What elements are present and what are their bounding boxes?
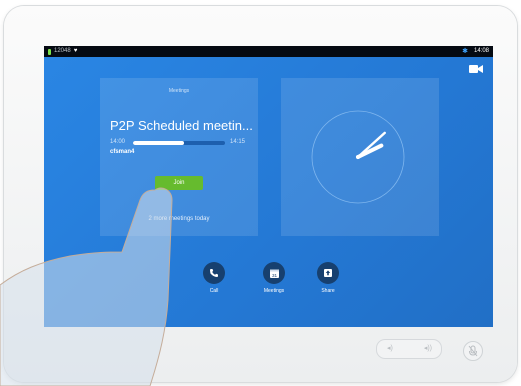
meeting-organizer: cfsman4 <box>110 149 135 155</box>
share-icon <box>324 269 332 277</box>
meetings-card-title: Meetings <box>168 88 190 94</box>
volume-rocker[interactable]: ◂) ◂)) <box>376 339 442 359</box>
heart-icon: ♥ <box>73 48 78 54</box>
meeting-start-time: 14:00 <box>110 139 126 145</box>
meeting-name: P2P Scheduled meetin... <box>110 118 253 133</box>
mute-button[interactable] <box>463 341 483 361</box>
meetings-button[interactable]: 31 Meetings <box>254 262 294 294</box>
join-button[interactable]: Join <box>155 176 203 190</box>
calendar-icon: 31 <box>269 269 279 278</box>
extension-number: 12048 <box>54 48 71 54</box>
phone-icon <box>210 269 218 277</box>
more-meetings-link[interactable]: 2 more meetings today <box>100 216 258 222</box>
meetings-label: Meetings <box>263 288 285 294</box>
meeting-end-time: 14:15 <box>230 139 246 145</box>
share-label: Share <box>321 288 335 294</box>
status-bar: 12048 ♥ ✱ 14:08 <box>44 46 493 57</box>
meeting-progress-bar <box>133 141 225 145</box>
microphone-mute-icon <box>468 345 478 357</box>
meetings-card: Meetings P2P Scheduled meetin... 14:00 1… <box>100 78 258 236</box>
camera-icon[interactable] <box>469 64 483 74</box>
volume-up-icon[interactable]: ◂)) <box>424 344 432 352</box>
share-button[interactable]: Share <box>308 262 348 294</box>
volume-down-icon[interactable]: ◂) <box>387 344 393 352</box>
clock-card <box>281 78 439 236</box>
status-time: 14:08 <box>473 48 489 54</box>
battery-icon <box>48 48 51 55</box>
call-button[interactable]: Call <box>194 262 234 294</box>
touch-panel-device: 12048 ♥ ✱ 14:08 Meetings P2P Scheduled m… <box>4 6 517 382</box>
call-label: Call <box>209 288 219 294</box>
bluetooth-icon: ✱ <box>462 48 468 55</box>
meeting-progress-fill <box>133 141 184 145</box>
calendar-date-text: 31 <box>271 272 277 277</box>
touch-screen: 12048 ♥ ✱ 14:08 Meetings P2P Scheduled m… <box>44 46 493 327</box>
analog-clock <box>311 110 405 204</box>
